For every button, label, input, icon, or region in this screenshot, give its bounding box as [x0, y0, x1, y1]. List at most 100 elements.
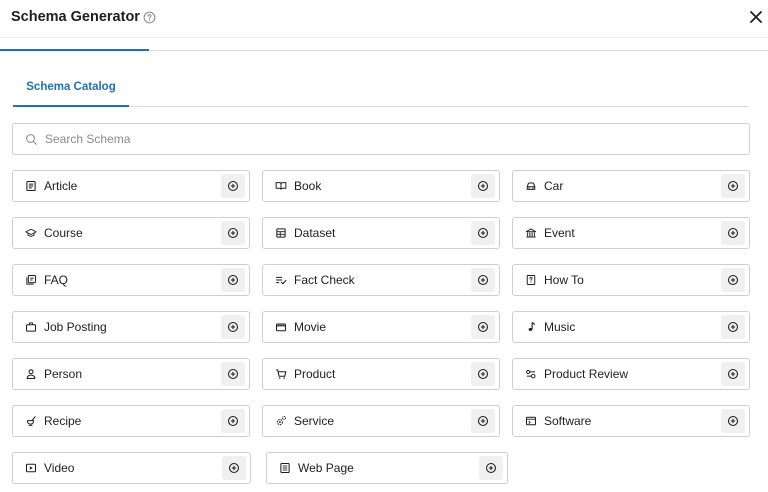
add-schema-button[interactable]	[471, 174, 495, 198]
plus-circle-icon	[227, 368, 239, 380]
progress-fill	[0, 49, 149, 51]
schema-card-label: Service	[294, 414, 335, 428]
schema-card-label: Job Posting	[44, 320, 107, 334]
schema-card-service[interactable]: Service	[262, 405, 500, 437]
add-schema-button[interactable]	[221, 221, 245, 245]
add-schema-button[interactable]	[479, 456, 503, 480]
add-schema-button[interactable]	[221, 174, 245, 198]
schema-card-movie[interactable]: Movie	[262, 311, 500, 343]
schema-card-label: Book	[294, 179, 322, 193]
video-icon	[25, 463, 37, 473]
plus-circle-icon	[228, 462, 240, 474]
add-schema-button[interactable]	[471, 268, 495, 292]
add-schema-button[interactable]	[222, 456, 246, 480]
schema-card-course[interactable]: Course	[12, 217, 250, 249]
plus-circle-icon	[485, 462, 497, 474]
plus-circle-icon	[227, 321, 239, 333]
add-schema-button[interactable]	[221, 409, 245, 433]
add-schema-button[interactable]	[221, 362, 245, 386]
add-schema-button[interactable]	[221, 315, 245, 339]
add-schema-button[interactable]	[721, 409, 745, 433]
schema-card-fact-check[interactable]: Fact Check	[262, 264, 500, 296]
add-schema-button[interactable]	[721, 221, 745, 245]
schema-card-web-page[interactable]: Web Page	[266, 452, 508, 484]
schema-card-label: FAQ	[44, 273, 69, 287]
plus-circle-icon	[227, 274, 239, 286]
add-schema-button[interactable]	[721, 174, 745, 198]
web-page-icon	[280, 462, 290, 474]
review-icon	[526, 369, 536, 379]
schema-card-label: Fact Check	[294, 273, 355, 287]
plus-circle-icon	[227, 227, 239, 239]
schema-card-article[interactable]: Article	[12, 170, 250, 202]
plus-circle-icon	[727, 274, 739, 286]
schema-card-label: Product	[294, 367, 336, 381]
movie-icon	[275, 323, 287, 332]
schema-card-music[interactable]: Music	[512, 311, 750, 343]
plus-circle-icon	[477, 415, 489, 427]
add-schema-button[interactable]	[221, 268, 245, 292]
schema-card-person[interactable]: Person	[12, 358, 250, 390]
plus-circle-icon	[477, 321, 489, 333]
schema-card-book[interactable]: Book	[262, 170, 500, 202]
schema-card-event[interactable]: Event	[512, 217, 750, 249]
schema-card-product[interactable]: Product	[262, 358, 500, 390]
how-to-icon	[526, 275, 536, 285]
plus-circle-icon	[727, 321, 739, 333]
plus-circle-icon	[727, 415, 739, 427]
briefcase-icon	[25, 322, 37, 332]
schema-card-recipe[interactable]: Recipe	[12, 405, 250, 437]
search-box[interactable]	[12, 123, 750, 155]
add-schema-button[interactable]	[471, 362, 495, 386]
schema-card-dataset[interactable]: Dataset	[262, 217, 500, 249]
tab-schema-catalog[interactable]: Schema Catalog	[13, 70, 129, 107]
schema-card-label: Person	[44, 367, 83, 381]
schema-card-label: Recipe	[44, 414, 82, 428]
schema-card-how-to[interactable]: How To	[512, 264, 750, 296]
cart-icon	[276, 369, 287, 379]
schema-card-label: Web Page	[298, 461, 354, 475]
plus-circle-icon	[477, 227, 489, 239]
schema-card-label: Video	[44, 461, 75, 475]
car-icon	[526, 182, 536, 190]
person-icon	[26, 369, 36, 380]
schema-card-label: Event	[544, 226, 575, 240]
plus-circle-icon	[727, 368, 739, 380]
help-circle-icon[interactable]	[143, 11, 156, 24]
faq-icon	[26, 275, 36, 285]
software-icon	[525, 416, 537, 426]
add-schema-button[interactable]	[721, 315, 745, 339]
modal-header: Schema Generator	[0, 0, 768, 38]
add-schema-button[interactable]	[471, 221, 495, 245]
schema-card-software[interactable]: Software	[512, 405, 750, 437]
schema-card-label: How To	[544, 273, 584, 287]
add-schema-button[interactable]	[471, 315, 495, 339]
plus-circle-icon	[227, 415, 239, 427]
schema-card-label: Movie	[294, 320, 327, 334]
schema-card-video[interactable]: Video	[12, 452, 251, 484]
plus-circle-icon	[477, 368, 489, 380]
add-schema-button[interactable]	[471, 409, 495, 433]
add-schema-button[interactable]	[721, 268, 745, 292]
schema-card-label: Car	[544, 179, 564, 193]
tab-bar: Schema Catalog	[13, 70, 749, 107]
schema-card-label: Product Review	[544, 367, 629, 381]
event-venue-icon	[525, 228, 537, 238]
music-note-icon	[528, 322, 535, 331]
schema-card-label: Article	[44, 179, 78, 193]
search-input[interactable]	[45, 132, 749, 146]
service-icon	[276, 416, 286, 426]
schema-card-job-posting[interactable]: Job Posting	[12, 311, 250, 343]
schema-card-label: Music	[544, 320, 576, 334]
book-icon	[275, 182, 287, 190]
search-icon	[26, 133, 37, 145]
article-icon	[26, 180, 36, 192]
schema-card-label: Dataset	[294, 226, 336, 240]
modal-title: Schema Generator	[11, 9, 140, 25]
schema-card-car[interactable]: Car	[512, 170, 750, 202]
schema-card-faq[interactable]: FAQ	[12, 264, 250, 296]
close-icon[interactable]	[747, 8, 765, 26]
add-schema-button[interactable]	[721, 362, 745, 386]
schema-card-label: Software	[544, 414, 592, 428]
schema-card-product-review[interactable]: Product Review	[512, 358, 750, 390]
